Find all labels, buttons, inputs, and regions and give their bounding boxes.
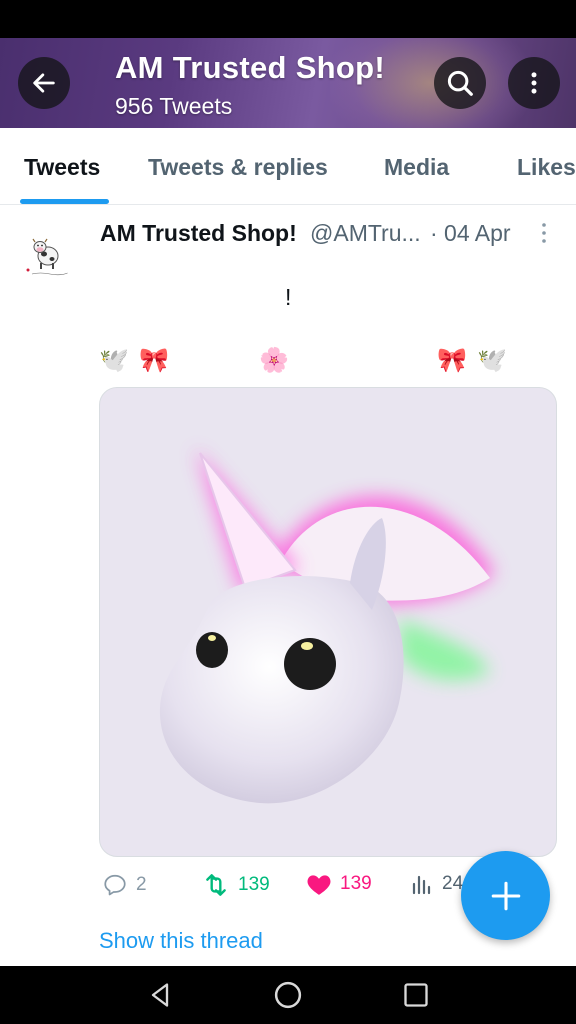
- system-navigation-bar: [0, 966, 576, 1024]
- tab-likes[interactable]: Likes: [517, 154, 576, 181]
- search-icon: [447, 70, 473, 96]
- tweet-more-button[interactable]: [534, 222, 554, 244]
- dove-emoji: 🕊️: [477, 347, 507, 374]
- ribbon-emoji: 🎀: [437, 347, 467, 374]
- views-button[interactable]: 24: [410, 872, 463, 896]
- retweet-button[interactable]: 139: [202, 872, 270, 898]
- unicorn-image: [159, 448, 495, 804]
- tweet-date[interactable]: · 04 Apr: [430, 220, 511, 247]
- nav-back-button[interactable]: [145, 980, 175, 1010]
- reply-icon: [104, 874, 126, 896]
- nav-home-button[interactable]: [273, 980, 303, 1010]
- square-recents-icon: [404, 983, 428, 1007]
- status-bar: [0, 0, 576, 38]
- tab-tweets[interactable]: Tweets: [24, 154, 100, 181]
- search-button[interactable]: [434, 57, 486, 109]
- tweet-author-name[interactable]: AM Trusted Shop!: [100, 220, 297, 247]
- tab-media[interactable]: Media: [384, 154, 449, 181]
- views-count: 24: [442, 873, 464, 894]
- profile-header: AM Trusted Shop! 956 Tweets: [0, 38, 576, 128]
- tweet-media-image[interactable]: [99, 387, 557, 857]
- like-button[interactable]: 139: [306, 872, 372, 896]
- more-options-button[interactable]: [508, 57, 560, 109]
- reply-button[interactable]: 2: [102, 872, 147, 898]
- tab-tweets-and-replies[interactable]: Tweets & replies: [148, 154, 328, 181]
- triangle-back-icon: [151, 983, 169, 1007]
- profile-tabs: Tweets Tweets & replies Media Likes: [0, 128, 576, 205]
- like-count: 139: [340, 873, 372, 894]
- tweet-author-handle[interactable]: @AMTru...: [310, 220, 421, 247]
- arrow-left-icon: [33, 73, 55, 93]
- tweet-text: !: [285, 284, 292, 310]
- dove-emoji: 🕊️: [99, 347, 129, 374]
- tweet-count: 956 Tweets: [115, 93, 233, 119]
- retweet-count: 139: [238, 874, 270, 895]
- retweet-icon: [206, 874, 226, 896]
- analytics-icon: [412, 875, 431, 895]
- avatar[interactable]: [22, 230, 74, 282]
- reply-count: 2: [136, 874, 147, 895]
- plus-icon: [491, 881, 520, 910]
- back-button[interactable]: [18, 57, 70, 109]
- cow-logo-icon: [26, 238, 69, 276]
- more-vertical-icon: [531, 72, 537, 94]
- compose-tweet-button[interactable]: [461, 851, 550, 940]
- more-vertical-icon: [542, 223, 546, 243]
- circle-home-icon: [274, 981, 302, 1009]
- active-tab-indicator: [20, 199, 109, 204]
- heart-icon: [307, 875, 331, 895]
- show-thread-link[interactable]: Show this thread: [99, 928, 263, 954]
- nav-recents-button[interactable]: [401, 980, 431, 1010]
- ribbon-emoji: 🎀: [139, 347, 169, 374]
- flower-emoji: 🌸: [259, 347, 289, 374]
- page-title: AM Trusted Shop!: [115, 50, 386, 85]
